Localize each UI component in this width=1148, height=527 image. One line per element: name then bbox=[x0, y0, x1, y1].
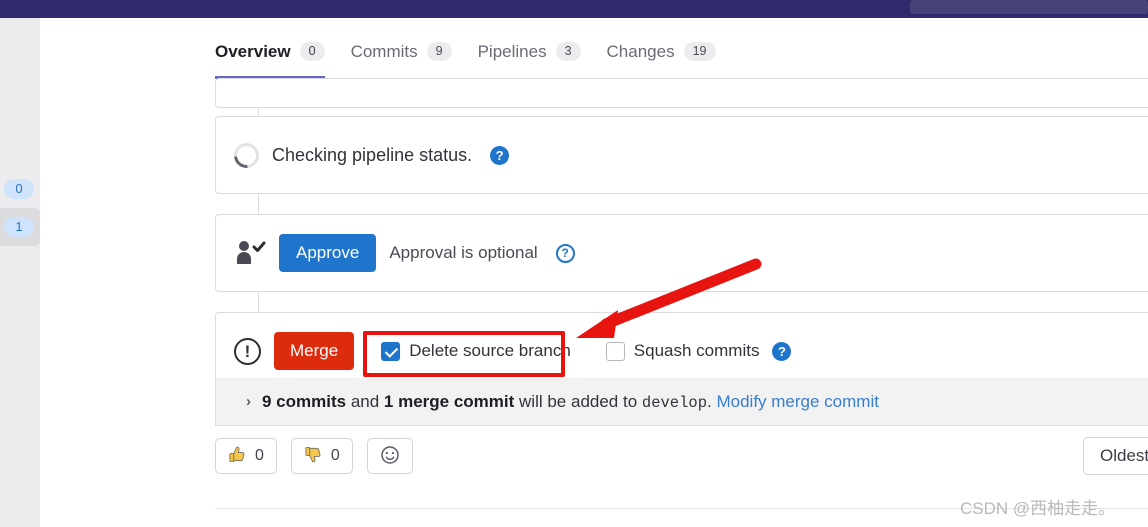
tab-overview-label: Overview bbox=[215, 42, 291, 62]
target-branch-name: develop bbox=[642, 394, 707, 412]
tab-pipelines-badge: 3 bbox=[556, 42, 581, 61]
thumbs-up-count: 0 bbox=[255, 447, 264, 465]
merge-request-tabs: Overview 0 Commits 9 Pipelines 3 Changes… bbox=[215, 24, 716, 79]
delete-source-branch-label: Delete source branch bbox=[409, 341, 571, 361]
tab-commits-badge: 9 bbox=[427, 42, 452, 61]
sort-order-dropdown[interactable]: Oldest bbox=[1083, 437, 1148, 475]
sidebar-dot-1: · bbox=[20, 208, 23, 218]
tab-commits-label: Commits bbox=[351, 42, 418, 62]
thumbs-up-icon bbox=[228, 445, 247, 467]
tab-commits[interactable]: Commits 9 bbox=[351, 24, 452, 79]
commits-suffix: will be added to bbox=[514, 392, 642, 411]
modify-merge-commit-link[interactable]: Modify merge commit bbox=[716, 392, 878, 411]
delete-source-branch-checkbox-row[interactable]: Delete source branch bbox=[381, 341, 571, 361]
pipeline-status-widget: Checking pipeline status. ? bbox=[215, 116, 1148, 194]
add-reaction-button[interactable] bbox=[367, 438, 413, 474]
sort-order-label: Oldest bbox=[1100, 446, 1148, 466]
expand-chevron-icon[interactable]: › bbox=[246, 393, 251, 410]
watermark-prefix: CSDN @ bbox=[960, 499, 1030, 518]
squash-help-question-mark-icon[interactable]: ? bbox=[772, 342, 791, 361]
question-mark-icon[interactable]: ? bbox=[490, 146, 509, 165]
question-mark-circle-icon[interactable]: ? bbox=[556, 244, 575, 263]
squash-commits-checkbox[interactable] bbox=[606, 342, 625, 361]
squash-commits-label: Squash commits bbox=[634, 341, 760, 361]
squash-commits-checkbox-row[interactable]: Squash commits bbox=[606, 341, 760, 361]
tab-changes-label: Changes bbox=[607, 42, 675, 62]
approval-widget: Approve Approval is optional ? bbox=[215, 214, 1148, 292]
widget-card-stub bbox=[215, 78, 1148, 108]
thumbs-down-icon bbox=[304, 445, 323, 467]
main-content: Overview 0 Commits 9 Pipelines 3 Changes… bbox=[40, 18, 1148, 527]
widget-connector-3 bbox=[258, 292, 259, 312]
tab-changes-badge: 19 bbox=[684, 42, 716, 61]
tab-pipelines-label: Pipelines bbox=[478, 42, 547, 62]
add-reaction-smiley-icon bbox=[380, 445, 400, 468]
top-navigation-bar bbox=[0, 0, 1148, 18]
watermark-name: 西柚走走。 bbox=[1030, 499, 1115, 519]
thumbs-down-reaction-button[interactable]: 0 bbox=[291, 438, 353, 474]
reaction-buttons: 0 0 bbox=[215, 438, 413, 474]
merge-commit-count: 1 merge commit bbox=[384, 392, 514, 411]
tab-overview-badge: 0 bbox=[300, 42, 325, 61]
loading-spinner-icon bbox=[229, 137, 264, 172]
app-screen: 0 1 · · · Overview 0 Commits 9 Pipelines… bbox=[0, 0, 1148, 527]
csdn-watermark: CSDN @西柚走走。 bbox=[960, 494, 1115, 519]
commits-conjunction: and bbox=[346, 392, 384, 411]
approve-button[interactable]: Approve bbox=[279, 234, 376, 272]
delete-source-branch-checkbox[interactable] bbox=[381, 342, 400, 361]
left-sidebar: 0 1 · · · bbox=[0, 18, 40, 527]
approval-optional-text: Approval is optional bbox=[389, 243, 537, 263]
tab-pipelines[interactable]: Pipelines 3 bbox=[478, 24, 581, 79]
sidebar-item-0[interactable]: 0 bbox=[0, 170, 40, 208]
merge-button[interactable]: Merge bbox=[274, 332, 354, 370]
tab-changes[interactable]: Changes 19 bbox=[607, 24, 716, 79]
global-search-input[interactable] bbox=[910, 0, 1148, 14]
user-check-icon bbox=[234, 240, 266, 266]
sidebar-dot-3: · bbox=[28, 234, 31, 244]
sidebar-dot-2: · bbox=[20, 221, 23, 231]
pipeline-status-text: Checking pipeline status. bbox=[272, 145, 472, 166]
commits-count: 9 commits bbox=[262, 392, 346, 411]
exclamation-circle-icon: ! bbox=[234, 338, 261, 365]
thumbs-down-count: 0 bbox=[331, 447, 340, 465]
thumbs-up-reaction-button[interactable]: 0 bbox=[215, 438, 277, 474]
sidebar-item-0-badge: 0 bbox=[4, 179, 34, 199]
widget-connector-2 bbox=[258, 194, 259, 214]
widget-connector-1 bbox=[258, 108, 259, 116]
commits-summary-text: 9 commits and 1 merge commit will be add… bbox=[262, 392, 879, 412]
tab-overview[interactable]: Overview 0 bbox=[215, 24, 325, 79]
commits-summary-bar: › 9 commits and 1 merge commit will be a… bbox=[215, 378, 1148, 426]
